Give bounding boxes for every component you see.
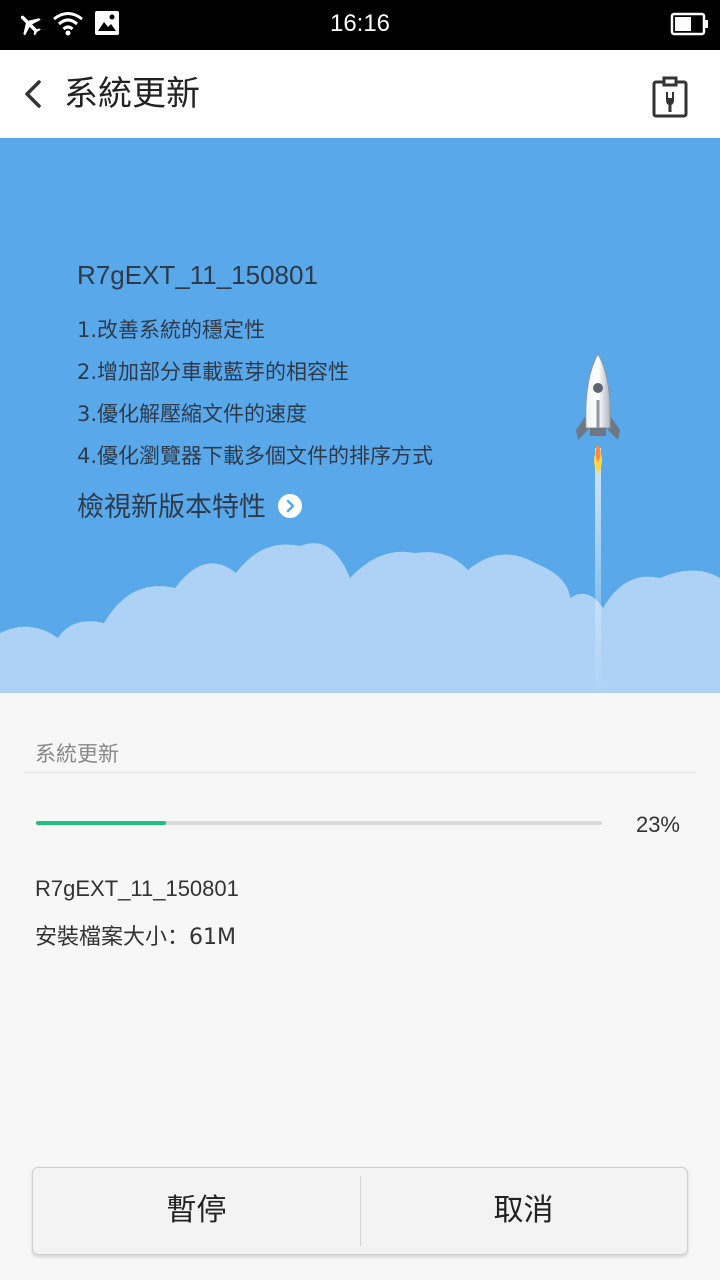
action-buttons: 暫停 取消 — [32, 1167, 688, 1255]
clipboard-wrench-icon — [652, 76, 688, 118]
cancel-button[interactable]: 取消 — [360, 1168, 687, 1254]
back-button[interactable] — [14, 72, 54, 116]
tools-button[interactable] — [646, 72, 694, 120]
release-note-item: 2.增加部分車載藍芽的相容性 — [77, 360, 350, 384]
pause-button[interactable]: 暫停 — [33, 1168, 360, 1254]
rocket-illustration — [576, 353, 620, 693]
release-note-item: 3.優化解壓縮文件的速度 — [77, 402, 308, 426]
battery-icon — [670, 12, 708, 36]
chevron-right-icon — [278, 493, 302, 518]
release-note-item: 1.改善系統的穩定性 — [77, 318, 266, 342]
view-new-features-label: 檢視新版本特性 — [77, 492, 266, 523]
divider — [24, 772, 696, 773]
app-bar: 系統更新 — [0, 50, 720, 138]
release-version: R7gEXT_11_150801 — [77, 260, 318, 290]
download-progress-bar — [36, 821, 602, 825]
package-version: R7gEXT_11_150801 — [35, 876, 239, 901]
status-time: 16:16 — [329, 10, 391, 37]
download-progress-fill — [36, 821, 167, 825]
progress-percent: 23% — [635, 812, 680, 837]
page-title: 系統更新 — [64, 74, 200, 114]
release-note-item: 4.優化瀏覽器下載多個文件的排序方式 — [77, 444, 434, 468]
status-bar: 16:16 — [0, 0, 720, 50]
view-new-features-link[interactable]: 檢視新版本特性 — [77, 485, 302, 524]
chevron-left-icon — [25, 80, 41, 108]
section-title: 系統更新 — [35, 742, 119, 766]
package-size: 安裝檔案大小：61M — [35, 925, 236, 950]
release-notes-banner: R7gEXT_11_150801 1.改善系統的穩定性 2.增加部分車載藍芽的相… — [0, 138, 720, 693]
